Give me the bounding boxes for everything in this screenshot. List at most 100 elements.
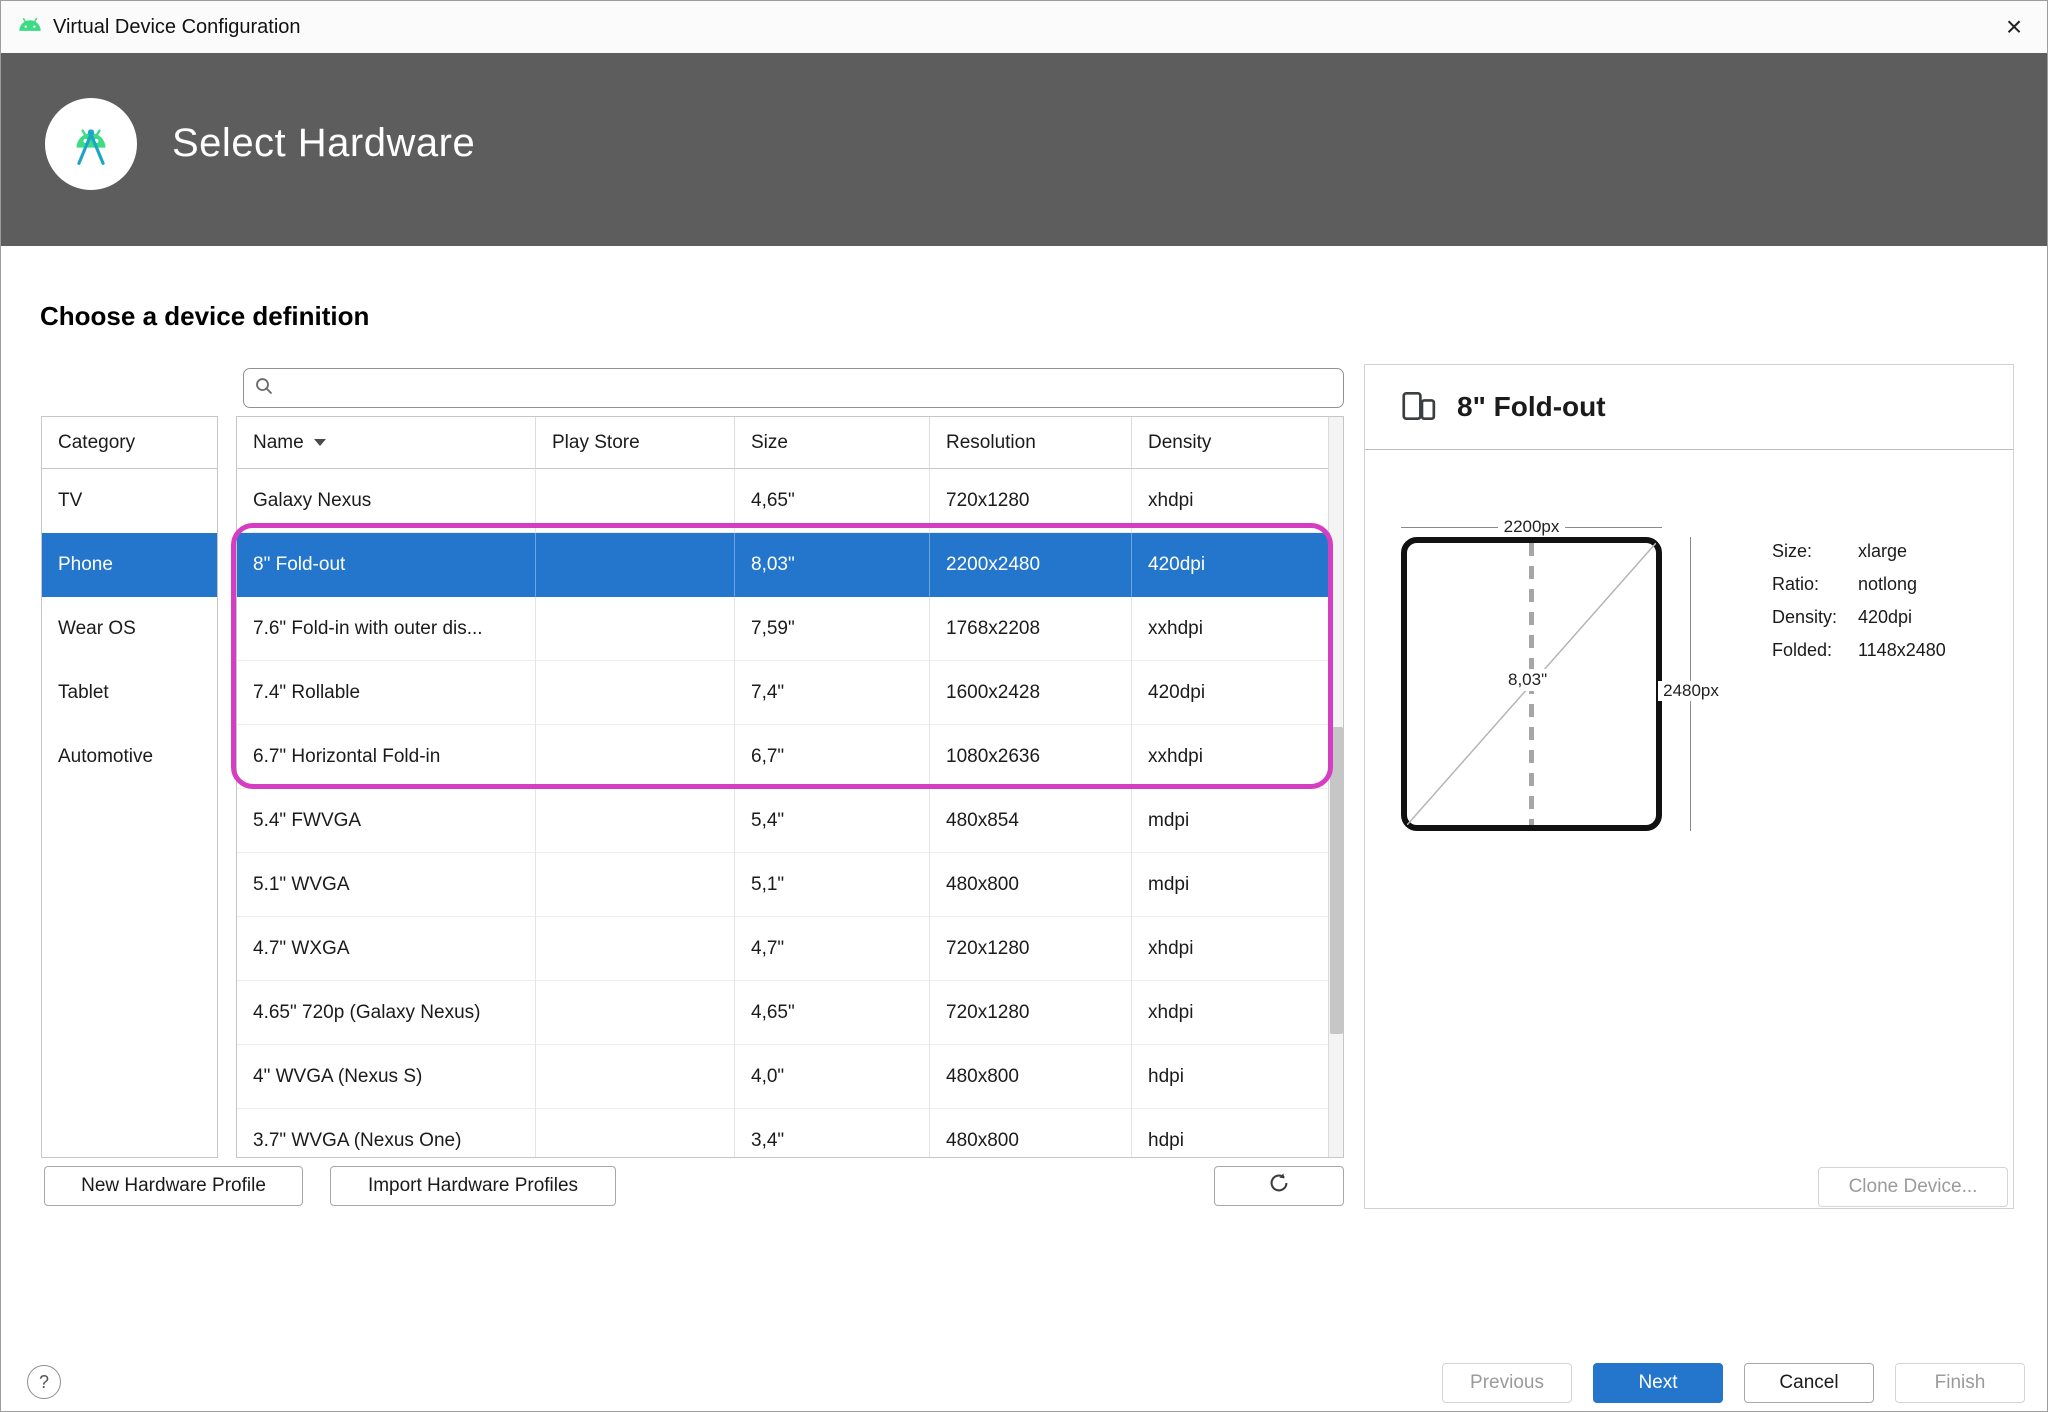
table-cell xyxy=(536,469,735,533)
clone-device-button[interactable]: Clone Device... xyxy=(1818,1167,2008,1207)
cancel-button[interactable]: Cancel xyxy=(1744,1363,1874,1403)
table-cell: 1768x2208 xyxy=(930,597,1132,661)
table-cell: mdpi xyxy=(1132,853,1328,917)
spec-value: 1148x2480 xyxy=(1858,640,1946,660)
table-row[interactable]: 7.4" Rollable 7,4"1600x2428420dpi xyxy=(237,661,1328,725)
table-cell: 5,4" xyxy=(735,789,930,853)
table-cell: 480x800 xyxy=(930,1045,1132,1109)
table-cell: 480x800 xyxy=(930,1109,1132,1158)
table-row[interactable]: Galaxy Nexus4,65"720x1280xhdpi xyxy=(237,469,1328,533)
section-title: Choose a device definition xyxy=(40,301,369,332)
table-cell: xhdpi xyxy=(1132,469,1328,533)
refresh-icon xyxy=(1268,1172,1290,1200)
table-cell: xxhdpi xyxy=(1132,725,1328,789)
table-cell xyxy=(536,853,735,917)
category-item-phone[interactable]: Phone xyxy=(42,533,217,597)
new-hardware-profile-button[interactable]: New Hardware Profile xyxy=(44,1166,303,1206)
table-cell: 5.1" WVGA xyxy=(237,853,536,917)
next-button[interactable]: Next xyxy=(1593,1363,1723,1403)
table-row[interactable]: 5.1" WVGA 5,1"480x800mdpi xyxy=(237,853,1328,917)
table-cell: 480x800 xyxy=(930,853,1132,917)
table-cell xyxy=(536,661,735,725)
table-cell: 4,65" xyxy=(735,981,930,1045)
column-header-size[interactable]: Size xyxy=(735,417,930,469)
device-detail-title: 8" Fold-out xyxy=(1457,391,1606,423)
table-cell: 720x1280 xyxy=(930,917,1132,981)
table-cell: 3.7" WVGA (Nexus One) xyxy=(237,1109,536,1158)
spec-value: xlarge xyxy=(1858,541,1946,561)
detail-separator xyxy=(1365,449,2013,450)
category-item-tablet[interactable]: Tablet xyxy=(42,661,217,725)
category-item-tv[interactable]: TV xyxy=(42,469,217,533)
table-cell: xxhdpi xyxy=(1132,597,1328,661)
table-row[interactable]: 3.7" WVGA (Nexus One)3,4"480x800hdpi xyxy=(237,1109,1328,1158)
column-header-name[interactable]: Name xyxy=(237,417,536,469)
table-cell: 480x854 xyxy=(930,789,1132,853)
table-cell: 5,1" xyxy=(735,853,930,917)
table-cell: 1600x2428 xyxy=(930,661,1132,725)
table-cell: 7,59" xyxy=(735,597,930,661)
table-cell: 8,03" xyxy=(735,533,930,597)
table-cell: hdpi xyxy=(1132,1045,1328,1109)
titlebar: Virtual Device Configuration × xyxy=(1,1,2047,53)
category-item-automotive[interactable]: Automotive xyxy=(42,725,217,789)
scrollbar-thumb[interactable] xyxy=(1330,727,1343,1034)
column-header-density[interactable]: Density xyxy=(1132,417,1328,469)
table-row[interactable]: 4.65" 720p (Galaxy Nexus)4,65"720x1280xh… xyxy=(237,981,1328,1045)
android-icon xyxy=(17,17,43,37)
previous-button[interactable]: Previous xyxy=(1442,1363,1572,1403)
close-button[interactable]: × xyxy=(1981,1,2047,53)
table-row[interactable]: 4.7" WXGA4,7"720x1280xhdpi xyxy=(237,917,1328,981)
help-button[interactable]: ? xyxy=(27,1365,61,1399)
table-cell: xhdpi xyxy=(1132,981,1328,1045)
android-studio-logo-icon xyxy=(45,98,137,190)
table-cell: xhdpi xyxy=(1132,917,1328,981)
height-label: 2480px xyxy=(1658,681,1724,701)
table-cell: mdpi xyxy=(1132,789,1328,853)
table-cell: 1080x2636 xyxy=(930,725,1132,789)
table-cell: 7,4" xyxy=(735,661,930,725)
width-label: 2200px xyxy=(1504,517,1560,537)
table-cell: 420dpi xyxy=(1132,661,1328,725)
table-cell: 4,7" xyxy=(735,917,930,981)
device-search-box xyxy=(243,368,1344,408)
category-item-wear-os[interactable]: Wear OS xyxy=(42,597,217,661)
spec-key: Ratio: xyxy=(1772,574,1858,594)
table-cell: 7.4" Rollable xyxy=(237,661,536,725)
table-cell: hdpi xyxy=(1132,1109,1328,1158)
table-cell: 720x1280 xyxy=(930,469,1132,533)
virtual-device-configuration-window: Virtual Device Configuration × Select Ha… xyxy=(0,0,2048,1412)
table-row[interactable]: 4" WVGA (Nexus S) 4,0"480x800hdpi xyxy=(237,1045,1328,1109)
table-cell: 8" Fold-out xyxy=(237,533,536,597)
spec-key: Size: xyxy=(1772,541,1858,561)
column-header-play-store[interactable]: Play Store xyxy=(536,417,735,469)
page-title: Select Hardware xyxy=(172,121,475,166)
spec-value: notlong xyxy=(1858,574,1946,594)
table-cell: 4,65" xyxy=(735,469,930,533)
table-cell: 6,7" xyxy=(735,725,930,789)
table-cell: 2200x2480 xyxy=(930,533,1132,597)
table-cell: 4,0" xyxy=(735,1045,930,1109)
table-row[interactable]: 7.6" Fold-in with outer dis...7,59"1768x… xyxy=(237,597,1328,661)
table-cell: 420dpi xyxy=(1132,533,1328,597)
search-input[interactable] xyxy=(282,369,1343,407)
device-specs: Size: xlarge Ratio: notlong Density: 420… xyxy=(1772,541,1946,660)
table-cell: 4" WVGA (Nexus S) xyxy=(237,1045,536,1109)
refresh-button[interactable] xyxy=(1214,1166,1344,1206)
table-scrollbar[interactable] xyxy=(1328,417,1343,1157)
table-row[interactable]: 5.4" FWVGA5,4"480x854mdpi xyxy=(237,789,1328,853)
column-header-resolution[interactable]: Resolution xyxy=(930,417,1132,469)
category-header: Category xyxy=(42,417,217,469)
table-cell: 4.65" 720p (Galaxy Nexus) xyxy=(237,981,536,1045)
table-body: Galaxy Nexus4,65"720x1280xhdpi8" Fold-ou… xyxy=(237,469,1343,1158)
category-panel: Category TVPhoneWear OSTabletAutomotive xyxy=(41,416,218,1158)
table-row[interactable]: 8" Fold-out 8,03"2200x2480420dpi xyxy=(237,533,1328,597)
device-detail-panel: 8" Fold-out 2200px 8,03" 2480px Size: xl… xyxy=(1364,364,2014,1209)
table-cell xyxy=(536,1045,735,1109)
table-row[interactable]: 6.7" Horizontal Fold-in6,7"1080x2636xxhd… xyxy=(237,725,1328,789)
table-cell xyxy=(536,533,735,597)
wizard-navigation: Previous Next Cancel Finish xyxy=(1442,1363,2025,1403)
device-table: Name Play Store Size Resolution Density … xyxy=(236,416,1344,1158)
import-hardware-profiles-button[interactable]: Import Hardware Profiles xyxy=(330,1166,616,1206)
finish-button[interactable]: Finish xyxy=(1895,1363,2025,1403)
